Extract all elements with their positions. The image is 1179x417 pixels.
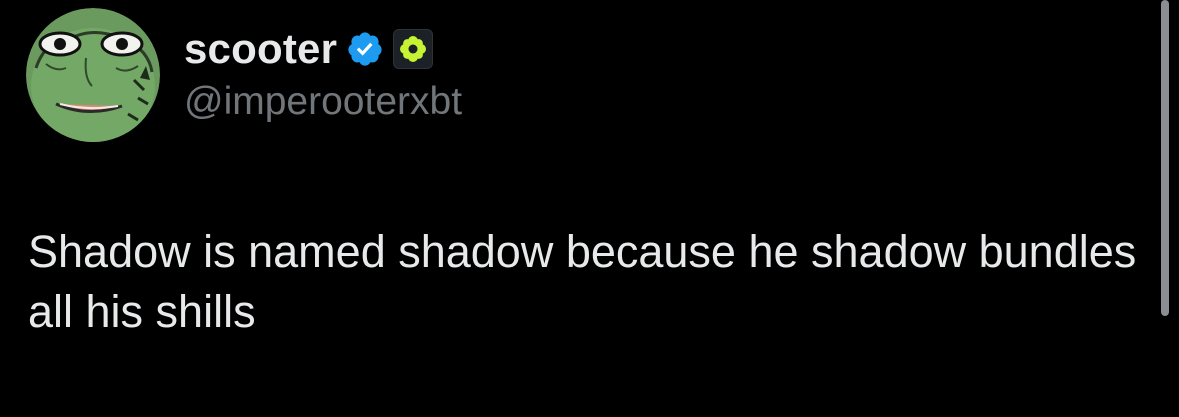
author-handle[interactable]: @imperooterxbt <box>184 80 462 124</box>
avatar[interactable] <box>26 8 160 142</box>
post-card: scooter @imperooterxbt Shadow is named s… <box>0 0 1179 417</box>
green-face-avatar-icon <box>26 8 160 142</box>
scrollbar[interactable] <box>1161 0 1169 316</box>
flower-badge-icon[interactable] <box>393 29 434 69</box>
display-name[interactable]: scooter <box>184 25 337 73</box>
post-text: Shadow is named shadow because he shadow… <box>28 226 1137 337</box>
author-name-row: scooter <box>184 24 434 74</box>
verified-check-icon[interactable] <box>346 30 384 68</box>
